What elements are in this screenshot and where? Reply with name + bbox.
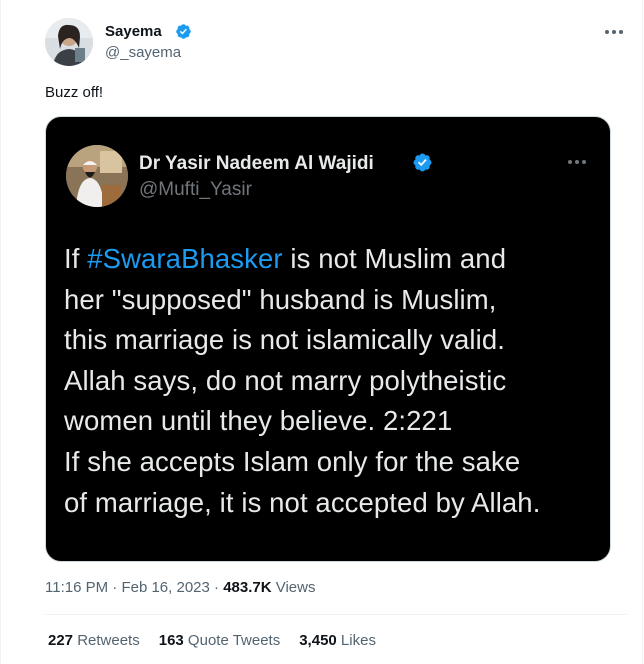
- author-name[interactable]: Sayema: [105, 23, 162, 40]
- quoted-text-line: Allah says, do not marry polytheistic: [64, 364, 507, 396]
- tweet-meta: 11:16 PM · Feb 16, 2023 · 483.7K Views: [45, 579, 315, 596]
- views-count: 483.7K: [223, 579, 272, 596]
- quote-tweets-label: Quote Tweets: [183, 632, 281, 649]
- quoted-text-line: this marriage is not islamically valid.: [64, 324, 505, 356]
- likes-count: 3,450: [299, 632, 337, 649]
- meta-separator: ·: [209, 579, 224, 596]
- right-border: [642, 0, 643, 664]
- retweets-label: Retweets: [73, 632, 140, 649]
- quoted-tweet-text: If #SwaraBhasker is not Muslim and her "…: [64, 239, 604, 523]
- tweet-detail: Sayema @_sayema Buzz off! Dr Yasir Nadee…: [0, 0, 644, 664]
- quoted-author-name: Dr Yasir Nadeem Al Wajidi: [139, 153, 374, 174]
- author-avatar-image: [45, 18, 93, 66]
- quoted-text-line: If she accepts Islam only for the sake: [64, 445, 521, 477]
- quoted-tweet-image[interactable]: Dr Yasir Nadeem Al Wajidi @Mufti_Yasir I…: [45, 116, 611, 562]
- left-border: [0, 0, 1, 664]
- views-label: Views: [271, 579, 316, 596]
- author-avatar[interactable]: [45, 18, 93, 66]
- quoted-text-line: women until they believe. 2:221: [64, 405, 453, 437]
- tweet-stats: 227 Retweets 163 Quote Tweets 3,450 Like…: [48, 632, 376, 649]
- quoted-text-line: of marriage, it is not accepted by Allah…: [64, 486, 541, 518]
- author-handle[interactable]: @_sayema: [105, 44, 181, 61]
- quoted-verified-badge-icon: [413, 153, 432, 172]
- verified-badge-icon: [176, 24, 191, 39]
- retweets-count: 227: [48, 632, 74, 649]
- tweet-time[interactable]: 11:16 PM: [45, 579, 108, 596]
- tweet-header: Sayema @_sayema: [45, 18, 628, 66]
- tweet-date[interactable]: Feb 16, 2023: [121, 579, 209, 596]
- quoted-more-dots-icon: [562, 154, 592, 170]
- quoted-author-avatar-image: [66, 145, 128, 207]
- likes-label: Likes: [336, 632, 376, 649]
- quoted-text-segment: is not Muslim and: [282, 243, 507, 274]
- retweets-stat[interactable]: 227 Retweets: [48, 632, 140, 649]
- more-dots-icon[interactable]: [600, 22, 628, 42]
- hashtag-link: #SwaraBhasker: [87, 243, 283, 274]
- quoted-author-handle: @Mufti_Yasir: [139, 179, 252, 200]
- quote-tweets-stat[interactable]: 163 Quote Tweets: [159, 632, 280, 649]
- quoted-text-line: her "supposed" husband is Muslim,: [64, 283, 497, 315]
- likes-stat[interactable]: 3,450 Likes: [299, 632, 376, 649]
- meta-separator: ·: [108, 579, 122, 596]
- divider: [45, 614, 627, 615]
- quoted-text-line: If #SwaraBhasker is not Muslim and: [64, 239, 604, 280]
- quoted-author-avatar: [66, 145, 128, 207]
- quote-tweets-count: 163: [158, 632, 184, 649]
- tweet-text: Buzz off!: [45, 84, 104, 101]
- quoted-text-segment: If: [64, 243, 88, 274]
